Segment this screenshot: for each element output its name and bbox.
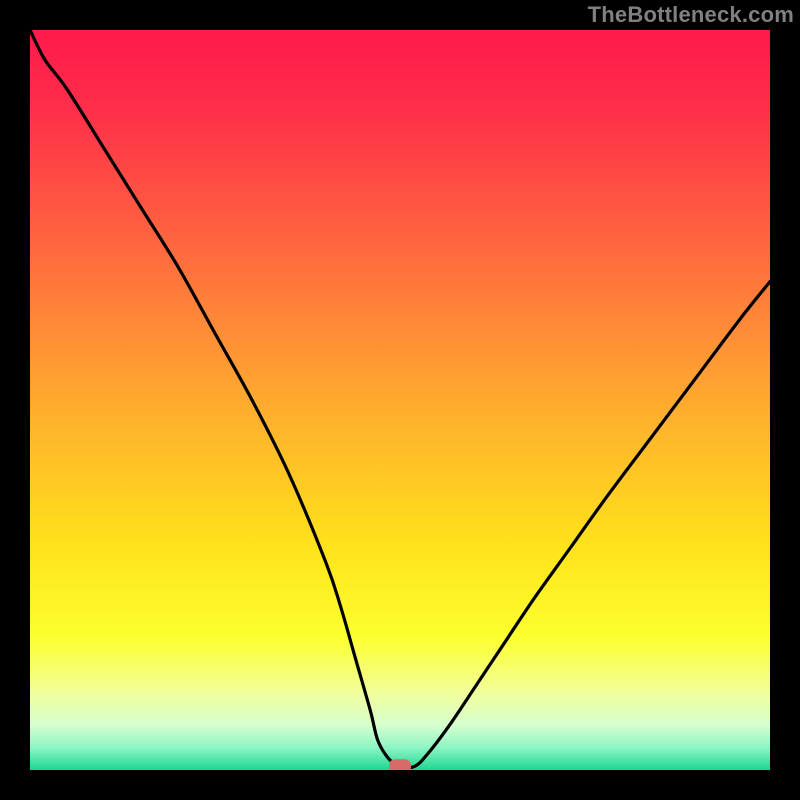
watermark-text: TheBottleneck.com	[588, 2, 794, 28]
gradient-background	[30, 30, 770, 770]
optimum-marker	[389, 759, 411, 770]
plot-area	[30, 30, 770, 770]
chart-container: TheBottleneck.com	[0, 0, 800, 800]
chart-svg	[30, 30, 770, 770]
